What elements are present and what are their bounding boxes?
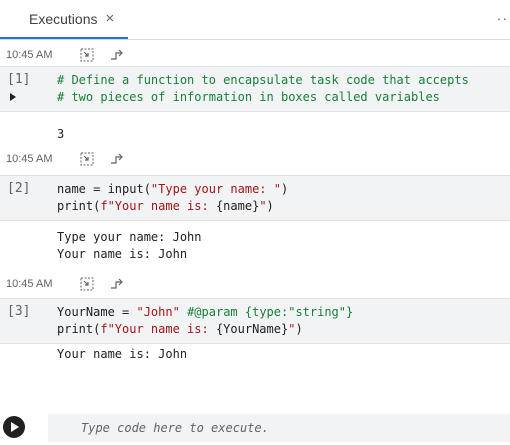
code-line: name = input("Type your name: ") <box>57 181 288 198</box>
tab-bar: Executions × ·· <box>0 0 510 40</box>
execution-cell[interactable]: [1] # Define a function to encapsulate t… <box>0 66 510 112</box>
go-to-cell-icon[interactable] <box>80 277 94 291</box>
execution-output: 3 <box>57 126 64 143</box>
execution-meta: 10:45 AM <box>0 149 124 169</box>
execution-cell[interactable]: [3] YourName = "John" #@param {type:"str… <box>0 298 510 344</box>
code-token: ) <box>295 322 303 336</box>
output-line: 3 <box>57 127 65 141</box>
execution-number: [3] <box>7 304 31 319</box>
jump-arrow-icon[interactable] <box>110 278 124 290</box>
output-line: Your name is: John <box>57 347 188 361</box>
code-token: f"Your name is: <box>100 322 216 336</box>
jump-arrow-icon[interactable] <box>110 49 124 61</box>
play-icon <box>11 422 19 432</box>
code-token: print( <box>57 322 101 336</box>
code-token: "Type your name: " <box>150 182 281 196</box>
tab-label: Executions <box>29 10 98 27</box>
code-block: # Define a function to encapsulate task … <box>57 72 469 106</box>
code-line: print(f"Your name is: {YourName}") <box>57 321 353 338</box>
execution-time: 10:45 AM <box>6 49 53 61</box>
output-line: Type your name: John <box>57 230 202 244</box>
go-to-cell-icon[interactable] <box>80 152 94 166</box>
execution-output: Your name is: John <box>57 346 187 363</box>
run-button[interactable] <box>3 416 25 438</box>
code-token: print( <box>57 199 101 213</box>
code-token: ) <box>266 199 274 213</box>
code-input-placeholder: Type code here to execute. <box>81 421 269 435</box>
code-block: YourName = "John" #@param {type:"string"… <box>57 304 353 338</box>
code-input[interactable]: Type code here to execute. <box>48 414 510 442</box>
code-block: name = input("Type your name: ") print(f"… <box>57 181 288 215</box>
execution-time: 10:45 AM <box>6 153 53 165</box>
code-token: ) <box>280 182 289 196</box>
code-line: YourName = "John" #@param {type:"string"… <box>57 304 353 321</box>
expand-icon[interactable] <box>10 93 16 101</box>
code-input-row: Type code here to execute. <box>0 414 510 442</box>
code-token: # Define a function to encapsulate task … <box>57 73 469 87</box>
more-icon[interactable]: ·· <box>497 10 508 26</box>
execution-number: [2] <box>7 181 31 196</box>
tab-executions[interactable]: Executions × <box>0 0 129 39</box>
code-token: name = input( <box>57 182 151 196</box>
execution-meta: 10:45 AM <box>0 45 124 65</box>
execution-meta: 10:45 AM <box>0 274 124 294</box>
execution-output: Type your name: John Your name is: John <box>57 229 202 263</box>
code-token: {name} <box>215 199 260 213</box>
output-line: Your name is: John <box>57 247 188 261</box>
code-token: " <box>259 199 267 213</box>
code-token: "John" <box>136 305 180 319</box>
code-line: print(f"Your name is: {name}") <box>57 198 288 215</box>
close-icon[interactable]: × <box>105 10 114 27</box>
jump-arrow-icon[interactable] <box>110 153 124 165</box>
code-line: # Define a function to encapsulate task … <box>57 72 469 89</box>
code-line: # two pieces of information in boxes cal… <box>57 89 469 106</box>
execution-cell[interactable]: [2] name = input("Type your name: ") prin… <box>0 175 510 221</box>
code-token: {YourName} <box>215 322 289 336</box>
code-token: f"Your name is: <box>100 199 216 213</box>
code-token: # two pieces of information in boxes cal… <box>57 90 440 104</box>
code-token: YourName = <box>57 305 137 319</box>
go-to-cell-icon[interactable] <box>80 48 94 62</box>
code-token: #@param {type:"string"} <box>179 305 354 319</box>
execution-time: 10:45 AM <box>6 278 53 290</box>
execution-number: [1] <box>7 72 31 87</box>
